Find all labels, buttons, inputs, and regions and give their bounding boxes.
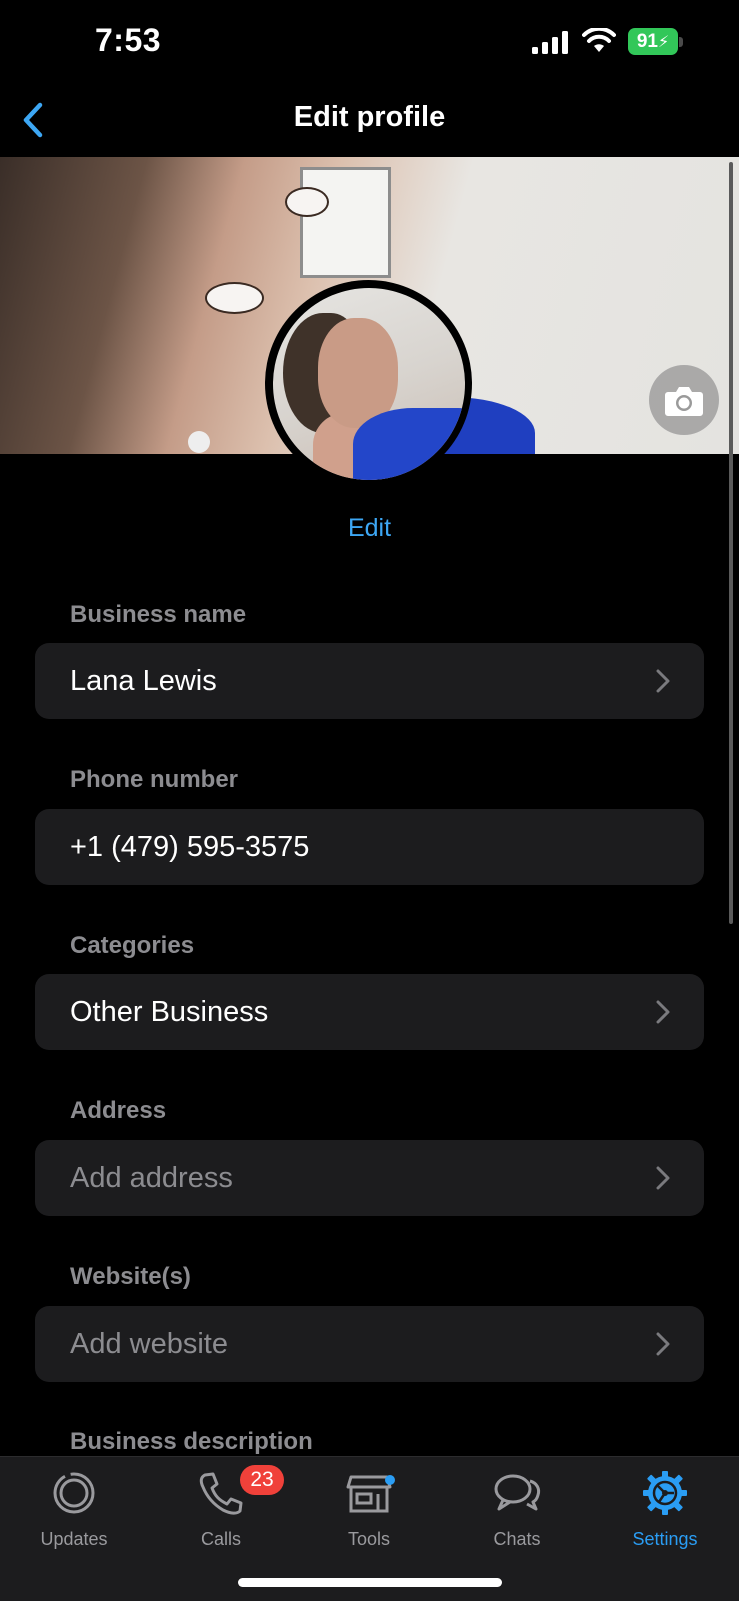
business-name-field[interactable]: Lana Lewis <box>35 643 704 719</box>
tab-updates[interactable]: Updates <box>0 1457 148 1557</box>
chevron-right-icon <box>656 1000 670 1024</box>
page-title: Edit profile <box>293 101 446 133</box>
phone-number-value: +1 (479) 595-3575 <box>70 831 310 863</box>
camera-icon <box>665 387 703 416</box>
tab-tools-label: Tools <box>347 1529 391 1549</box>
tab-tools[interactable]: Tools <box>295 1457 443 1557</box>
address-field[interactable]: Add address <box>35 1140 704 1216</box>
address-label: Address <box>70 1097 167 1124</box>
tab-chats-label: Chats <box>493 1529 541 1549</box>
categories-value: Other Business <box>70 996 269 1028</box>
cover-wall-calendar <box>300 167 391 278</box>
address-placeholder: Add address <box>70 1162 233 1194</box>
tab-chats[interactable]: Chats <box>443 1457 591 1557</box>
phone-icon <box>199 1472 243 1515</box>
cover-detail <box>205 282 264 314</box>
home-indicator[interactable] <box>238 1578 502 1587</box>
charging-bolt-icon: ⚡ <box>657 33 670 51</box>
battery-level: 91 <box>636 30 658 52</box>
tab-updates-label: Updates <box>40 1529 108 1549</box>
wifi-icon <box>582 28 616 52</box>
battery-indicator: 91 ⚡ <box>628 28 678 55</box>
business-name-label: Business name <box>70 601 247 628</box>
avatar-detail <box>352 407 465 480</box>
scrollbar[interactable] <box>729 162 733 924</box>
change-cover-button[interactable] <box>649 365 719 435</box>
tab-calls[interactable]: 23 Calls <box>147 1457 295 1557</box>
battery-cap <box>679 37 683 47</box>
status-time: 7:53 <box>95 22 162 58</box>
chat-bubbles-icon <box>494 1474 541 1511</box>
tools-notification-dot <box>385 1475 395 1485</box>
phone-number-field[interactable]: +1 (479) 595-3575 <box>35 809 704 885</box>
avatar-photo <box>272 287 465 480</box>
chevron-right-icon <box>656 669 670 693</box>
profile-avatar[interactable] <box>265 280 472 487</box>
cover-detail <box>285 187 329 217</box>
categories-field[interactable]: Other Business <box>35 974 704 1050</box>
cellular-signal-icon <box>532 31 568 54</box>
website-field[interactable]: Add website <box>35 1306 704 1382</box>
chevron-right-icon <box>656 1166 670 1190</box>
categories-label: Categories <box>70 932 195 959</box>
chevron-right-icon <box>656 1332 670 1356</box>
business-description-label: Business description <box>70 1428 313 1455</box>
edit-photo-link[interactable]: Edit <box>0 514 739 543</box>
updates-icon <box>53 1472 95 1514</box>
tab-calls-label: Calls <box>200 1529 241 1549</box>
website-placeholder: Add website <box>70 1328 228 1360</box>
phone-number-label: Phone number <box>70 766 239 793</box>
business-name-value: Lana Lewis <box>70 665 217 697</box>
calls-badge: 23 <box>240 1465 284 1495</box>
cover-detail <box>188 431 210 453</box>
settings-gear-icon <box>643 1471 687 1515</box>
website-label: Website(s) <box>70 1263 191 1290</box>
tab-settings-label: Settings <box>632 1529 698 1549</box>
tab-settings[interactable]: Settings <box>591 1457 739 1557</box>
